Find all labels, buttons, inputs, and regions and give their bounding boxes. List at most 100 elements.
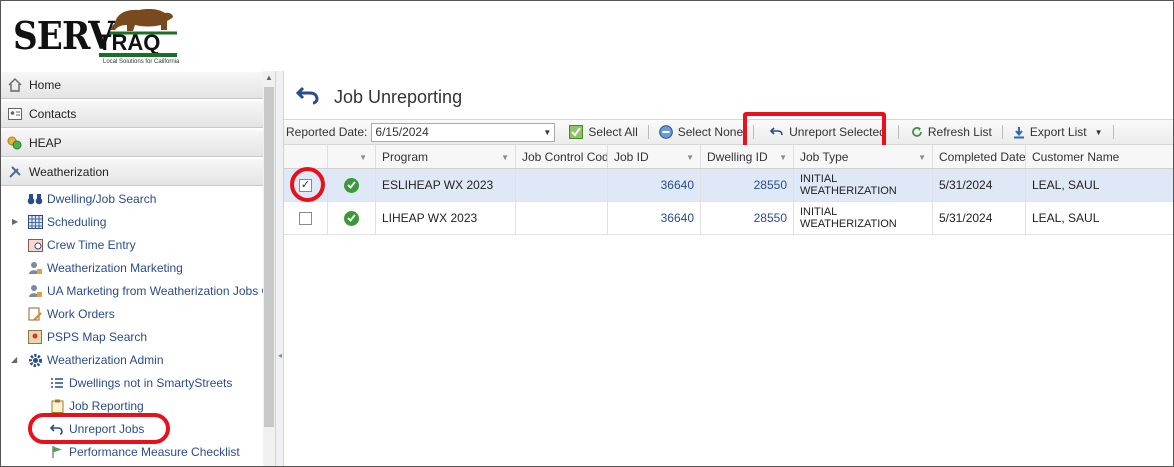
row-select-cell[interactable]: ✓ (284, 169, 328, 201)
select-all-label: Select All (588, 125, 638, 139)
minus-circle-icon (658, 125, 673, 139)
panel-home[interactable]: Home (1, 71, 263, 99)
nav-label: PSPS Map Search (47, 330, 148, 344)
nav-work-orders[interactable]: Work Orders (27, 303, 289, 325)
col-header-completed-date[interactable]: Completed Date (933, 145, 1026, 168)
refresh-list-label: Refresh List (927, 125, 992, 139)
panel-contacts[interactable]: Contacts (1, 100, 263, 128)
chevron-down-icon[interactable]: ▼ (1095, 128, 1103, 137)
list-icon (49, 375, 65, 391)
undo-icon (295, 85, 320, 110)
scroll-up-icon[interactable]: ▲ (265, 73, 273, 82)
col-header-job-type[interactable]: Job Type ▼ (794, 145, 933, 168)
tools-icon (7, 164, 23, 180)
sidebar-scrollbar[interactable]: ▲ (263, 71, 275, 466)
nav-psps-map-search[interactable]: PSPS Map Search (27, 326, 289, 348)
page-title-text: Job Unreporting (334, 87, 463, 107)
col-header-status[interactable]: ▼ (328, 145, 376, 168)
cell-completed-date: 5/31/2024 (933, 202, 1026, 234)
nav-dwelling-job-search[interactable]: Dwelling/Job Search (27, 188, 289, 210)
toolbar-separator (897, 125, 899, 139)
panel-heap[interactable]: HEAP (1, 129, 263, 157)
reported-date-value: 6/15/2024 (375, 125, 429, 139)
cell-job-id: 36640 (608, 169, 701, 201)
panel-label: Home (29, 78, 62, 92)
col-header-label: Job Control Code (522, 149, 608, 164)
unreport-selected-label: Unreport Selected (789, 125, 886, 139)
jobs-grid: ▼ Program ▼ Job Control Code Job ID ▼ Dwel… (284, 145, 1173, 235)
cell-job-control-code (516, 169, 608, 201)
reported-date-dropdown[interactable]: 6/15/2024 ▼ (371, 122, 556, 142)
table-row[interactable]: ✓ ESLIHEAP WX 2023 36640 28550 INITIAL WE… (284, 169, 1173, 202)
nav-weatherization-admin[interactable]: Weatherization Admin (27, 349, 289, 371)
col-header-label: Completed Date (939, 149, 1026, 164)
scroll-thumb[interactable] (264, 87, 274, 427)
reported-date-label: Reported Date: (286, 125, 368, 139)
toolbar-separator (1001, 125, 1003, 139)
user-marketing-icon (27, 283, 43, 299)
filter-icon[interactable]: ▼ (779, 153, 787, 162)
nav-label: Dwelling/Job Search (47, 192, 157, 206)
binoculars-icon (27, 191, 43, 207)
calendar-grid-icon (27, 214, 43, 230)
clipboard-icon (49, 398, 65, 414)
user-marketing-icon (27, 260, 43, 276)
filter-icon[interactable]: ▼ (359, 153, 367, 162)
cell-customer-name: LEAL, SAUL (1032, 211, 1100, 225)
nav-ua-marketing[interactable]: UA Marketing from Weatherization Jobs C (27, 280, 263, 302)
nav-label: Weatherization Admin (47, 353, 164, 367)
filter-icon[interactable]: ▼ (686, 153, 694, 162)
nav-label: Work Orders (47, 307, 115, 321)
chevron-down-icon[interactable]: ▼ (540, 128, 554, 137)
timesheet-icon (27, 237, 43, 253)
row-checkbox[interactable]: ✓ (299, 178, 312, 192)
select-all-button[interactable]: Select All (569, 125, 638, 139)
export-list-button[interactable]: Export List ▼ (1013, 125, 1103, 139)
panel-weatherization[interactable]: Weatherization (1, 158, 263, 186)
row-select-cell[interactable] (284, 202, 328, 234)
filter-icon[interactable]: ▼ (501, 153, 509, 162)
select-none-button[interactable]: Select None (658, 125, 743, 139)
nav-weatherization-marketing[interactable]: Weatherization Marketing (27, 257, 289, 279)
job-type-line: WEATHERIZATION (800, 185, 897, 197)
work-order-icon (27, 306, 43, 322)
col-header-customer-name[interactable]: Customer Name (1026, 145, 1173, 168)
expand-arrow-icon[interactable]: ▶ (12, 217, 18, 226)
collapse-arrow-icon[interactable]: ◢ (11, 355, 17, 364)
table-row[interactable]: LIHEAP WX 2023 36640 28550 INITIAL WEATHE… (284, 202, 1173, 235)
download-icon (1013, 126, 1025, 139)
checkbox-check-icon (569, 125, 584, 139)
contacts-icon (7, 106, 23, 122)
refresh-icon (911, 126, 923, 138)
col-header-label: Program (382, 149, 429, 164)
map-icon (27, 329, 43, 345)
undo-icon (770, 126, 784, 138)
refresh-list-button[interactable]: Refresh List (911, 125, 992, 139)
filter-icon[interactable]: ▼ (918, 153, 926, 162)
nav-crew-time-entry[interactable]: Crew Time Entry (27, 234, 289, 256)
nav-label: Unreport Jobs (69, 422, 145, 436)
unreport-selected-button[interactable]: Unreport Selected (770, 125, 886, 139)
app-window: SERV TRAQ Local Solutions for California… (0, 0, 1174, 467)
cell-dwelling-id: 28550 (701, 202, 794, 234)
toolbar-separator (1112, 125, 1114, 139)
col-header-job-control-code[interactable]: Job Control Code (516, 145, 608, 168)
nav-scheduling[interactable]: Scheduling (27, 211, 289, 233)
panel-label: HEAP (29, 136, 62, 150)
servtraq-logo[interactable]: SERV TRAQ Local Solutions for California (11, 3, 181, 69)
panel-splitter[interactable]: ◂ (275, 71, 284, 466)
page-title: Job Unreporting (295, 85, 463, 110)
logo-underline (99, 53, 177, 57)
collapse-handle-icon[interactable]: ◂ (278, 351, 282, 360)
cell-job-id: 36640 (608, 202, 701, 234)
col-header-select[interactable] (284, 145, 328, 168)
header: SERV TRAQ Local Solutions for California (1, 1, 1173, 71)
nav-label: Dwellings not in SmartyStreets (69, 376, 233, 390)
row-status-cell (328, 202, 376, 234)
row-checkbox[interactable] (299, 211, 312, 225)
col-header-job-id[interactable]: Job ID ▼ (608, 145, 701, 168)
col-header-program[interactable]: Program ▼ (376, 145, 516, 168)
row-status-cell (328, 169, 376, 201)
col-header-dwelling-id[interactable]: Dwelling ID ▼ (701, 145, 794, 168)
toolbar: Reported Date: 6/15/2024 ▼ Select All Se… (284, 119, 1173, 145)
